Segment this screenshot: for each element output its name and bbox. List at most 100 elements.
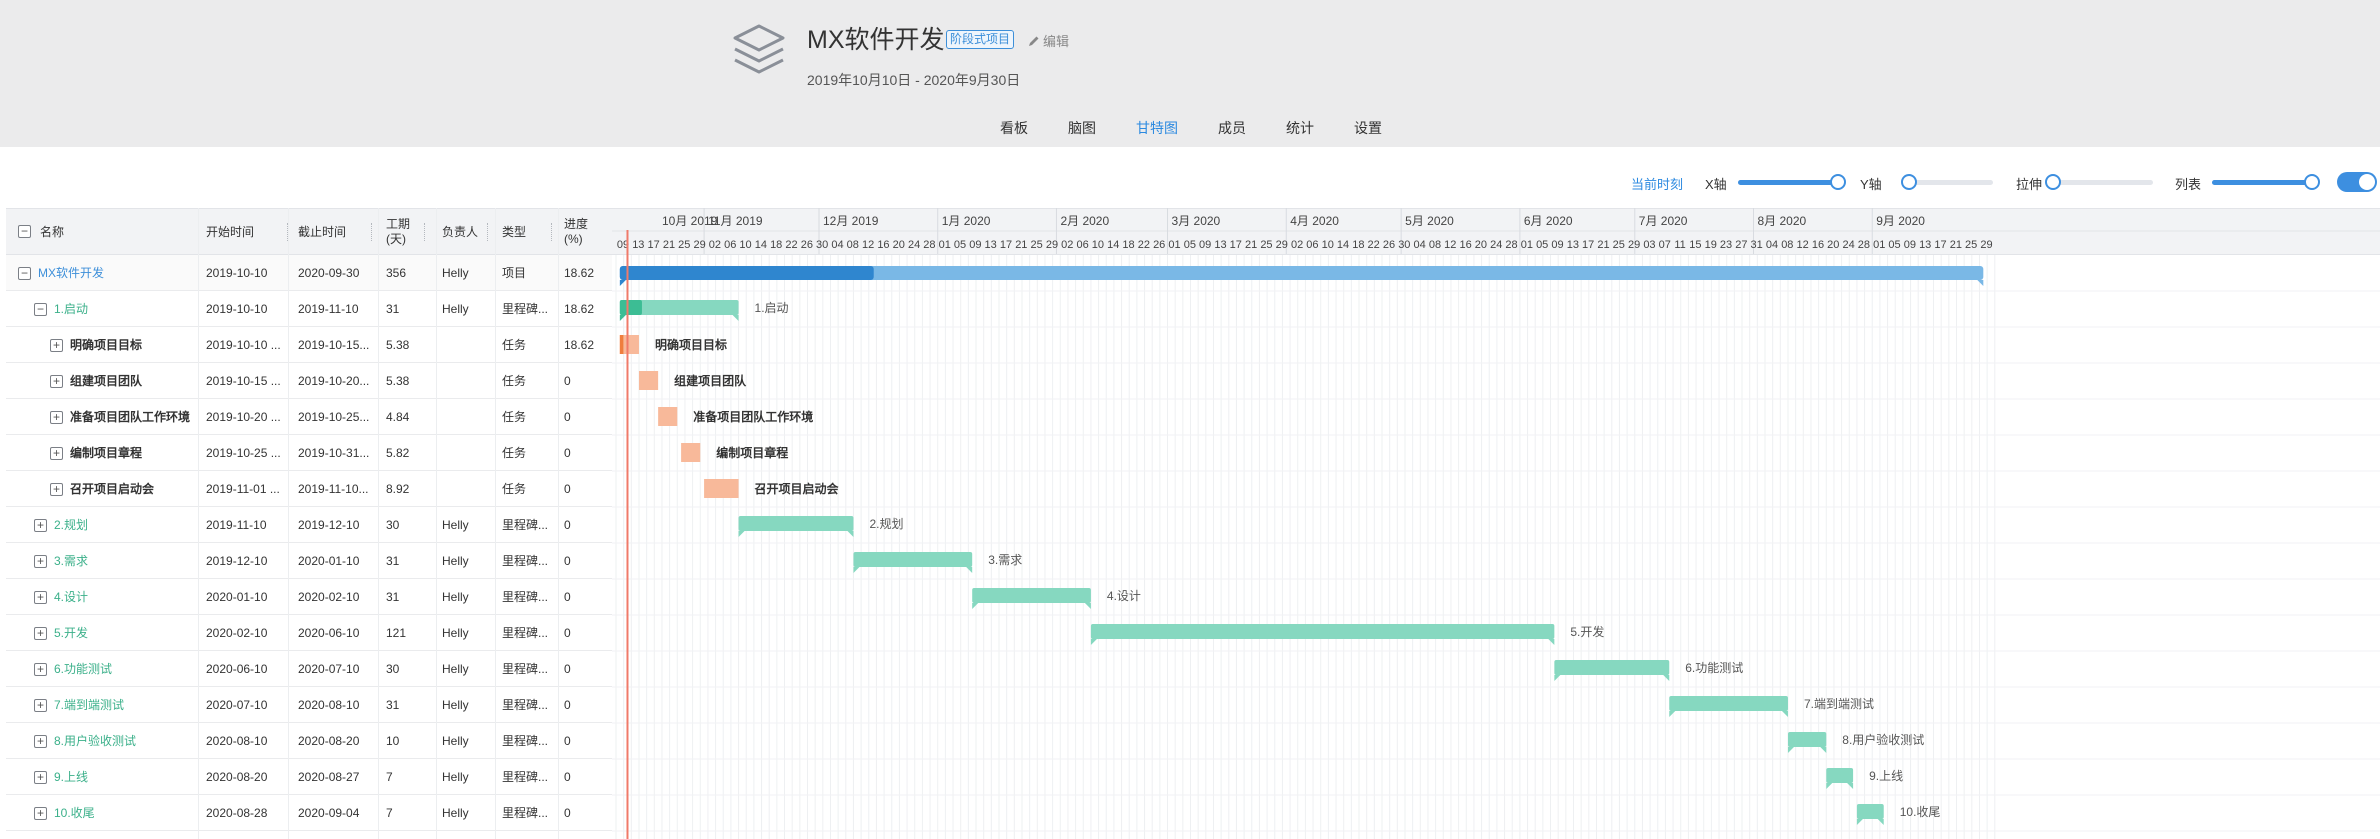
task-name[interactable]: 9.上线 bbox=[54, 759, 196, 795]
milestone-bar[interactable] bbox=[1856, 804, 1884, 819]
tab-gantt[interactable]: 甘特图 bbox=[1136, 118, 1178, 138]
duration: 121 bbox=[386, 626, 407, 640]
tab-kanban[interactable]: 看板 bbox=[1000, 118, 1028, 138]
table-row[interactable]: +9.上线 2020-08-20 2020-08-27 7 Helly 里程碑... 0 bbox=[6, 759, 612, 795]
collapse-toggle[interactable]: − bbox=[34, 303, 47, 316]
day-label: 29 bbox=[693, 239, 705, 251]
day-label: 22 bbox=[1368, 239, 1380, 251]
table-row[interactable]: − MX软件开发 2019-10-10 2020-09-30 356 Helly 项目 18.… bbox=[6, 255, 612, 291]
milestone-bar[interactable] bbox=[738, 516, 854, 531]
gantt-canvas[interactable]: 10月 201911月 2019 12月 2019 1月 2020 2月 2020 3月… bbox=[612, 208, 2380, 839]
milestone-bar[interactable] bbox=[1554, 660, 1670, 675]
table-row[interactable]: + 编制项目章程 2019-10-25 ... 2019-10-31... 5.82 任务… bbox=[6, 435, 612, 471]
expand-toggle[interactable]: + bbox=[34, 519, 47, 532]
expand-toggle[interactable]: + bbox=[34, 771, 47, 784]
x-axis-slider-handle[interactable] bbox=[1830, 174, 1846, 190]
milestone-end-marker bbox=[1847, 783, 1854, 789]
expand-toggle[interactable]: + bbox=[50, 375, 63, 388]
collapse-toggle[interactable]: − bbox=[18, 267, 31, 280]
column-resize-handle[interactable] bbox=[371, 223, 373, 241]
task-name[interactable]: 4.设计 bbox=[54, 579, 196, 615]
milestone-bar[interactable] bbox=[1787, 732, 1827, 747]
progress: 18.62 bbox=[564, 266, 595, 280]
expand-toggle[interactable]: + bbox=[34, 807, 47, 820]
expand-toggle[interactable]: + bbox=[50, 339, 63, 352]
task-bar[interactable] bbox=[681, 443, 701, 462]
task-bar[interactable] bbox=[658, 407, 678, 426]
x-axis-slider[interactable] bbox=[1738, 174, 1846, 190]
day-label: 10 bbox=[1322, 239, 1334, 251]
milestone-bar[interactable] bbox=[1090, 624, 1555, 639]
expand-toggle[interactable]: + bbox=[34, 735, 47, 748]
table-row[interactable]: + 明确项目目标 2019-10-10 ... 2019-10-15... 5.38 任务… bbox=[6, 327, 612, 363]
list-slider[interactable] bbox=[2212, 174, 2320, 190]
task-bar[interactable] bbox=[638, 371, 659, 390]
task-name[interactable]: 6.功能测试 bbox=[54, 651, 196, 687]
task-bar[interactable] bbox=[704, 479, 739, 498]
column-header-type[interactable]: 类型 bbox=[502, 209, 526, 255]
milestone-bar[interactable] bbox=[972, 588, 1091, 603]
jump-to-now-button[interactable]: 当前时刻 bbox=[1631, 174, 1683, 193]
task-name[interactable]: 2.规划 bbox=[54, 507, 196, 543]
table-row[interactable]: +8.用户验收测试 2020-08-10 2020-08-20 10 Helly 里程碑.… bbox=[6, 723, 612, 759]
task-name[interactable]: 7.端到端测试 bbox=[54, 687, 196, 723]
task-name: 召开项目启动会 bbox=[70, 482, 155, 496]
y-axis-slider-handle[interactable] bbox=[1901, 174, 1917, 190]
column-resize-handle[interactable] bbox=[551, 223, 553, 241]
column-header-end[interactable]: 截止时间 bbox=[298, 209, 346, 255]
table-row[interactable]: +2.规划 2019-11-10 2019-12-10 30 Helly 里程碑... 0 bbox=[6, 507, 612, 543]
table-row[interactable]: +3.需求 2019-12-10 2020-01-10 31 Helly 里程碑... 0 bbox=[6, 543, 612, 579]
table-row[interactable]: +4.设计 2020-01-10 2020-02-10 31 Helly 里程碑... 0 bbox=[6, 579, 612, 615]
collapse-all-toggle[interactable]: − bbox=[18, 225, 31, 238]
day-label: 21 bbox=[1597, 239, 1609, 251]
tab-stats[interactable]: 统计 bbox=[1286, 118, 1314, 138]
expand-toggle[interactable]: + bbox=[34, 627, 47, 640]
expand-toggle[interactable]: + bbox=[34, 663, 47, 676]
progress: 0 bbox=[564, 734, 571, 748]
stretch-slider[interactable] bbox=[2045, 174, 2153, 190]
table-row[interactable]: + 组建项目团队 2019-10-15 ... 2019-10-20... 5.38 任务… bbox=[6, 363, 612, 399]
task-name[interactable]: 10.收尾 bbox=[54, 795, 196, 831]
task-name[interactable]: 3.需求 bbox=[54, 543, 196, 579]
expand-toggle[interactable]: + bbox=[50, 411, 63, 424]
tab-mindmap[interactable]: 脑图 bbox=[1068, 118, 1096, 138]
tab-settings[interactable]: 设置 bbox=[1354, 118, 1382, 138]
column-header-owner[interactable]: 负责人 bbox=[442, 209, 478, 255]
milestone-bar[interactable] bbox=[1669, 696, 1788, 711]
edit-project-button[interactable]: 编辑 bbox=[1028, 31, 1069, 50]
table-row[interactable]: +5.开发 2020-02-10 2020-06-10 121 Helly 里程碑... 0 bbox=[6, 615, 612, 651]
expand-toggle[interactable]: + bbox=[50, 483, 63, 496]
table-row[interactable]: −1.启动 2019-10-10 2019-11-10 31 Helly 里程碑... 18… bbox=[6, 291, 612, 327]
progress: 0 bbox=[564, 806, 571, 820]
day-label: 26 bbox=[801, 239, 813, 251]
milestone-bar[interactable] bbox=[853, 552, 973, 567]
table-row[interactable]: +6.功能测试 2020-06-10 2020-07-10 30 Helly 里程碑...… bbox=[6, 651, 612, 687]
start-date: 2020-01-10 bbox=[206, 590, 268, 604]
expand-toggle[interactable]: + bbox=[34, 555, 47, 568]
column-resize-handle[interactable] bbox=[424, 223, 426, 241]
stretch-slider-handle[interactable] bbox=[2045, 174, 2061, 190]
expand-toggle[interactable]: + bbox=[34, 699, 47, 712]
y-axis-slider[interactable] bbox=[1901, 174, 1993, 190]
table-row[interactable]: +7.端到端测试 2020-07-10 2020-08-10 31 Helly 里程碑..… bbox=[6, 687, 612, 723]
column-header-duration[interactable]: 工期(天) bbox=[386, 209, 416, 255]
table-row[interactable]: +10.收尾 2020-08-28 2020-09-04 7 Helly 里程碑... 0 bbox=[6, 795, 612, 831]
task-name[interactable]: MX软件开发 bbox=[38, 255, 196, 291]
expand-toggle[interactable]: + bbox=[50, 447, 63, 460]
milestone-bar[interactable] bbox=[1826, 768, 1854, 783]
column-header-start[interactable]: 开始时间 bbox=[206, 209, 254, 255]
column-resize-handle[interactable] bbox=[487, 223, 489, 241]
task-name[interactable]: 5.开发 bbox=[54, 615, 196, 651]
task-name[interactable]: 1.启动 bbox=[54, 291, 196, 327]
table-row[interactable]: + 召开项目启动会 2019-11-01 ... 2019-11-10... 8.92 任… bbox=[6, 471, 612, 507]
expand-toggle[interactable]: + bbox=[34, 591, 47, 604]
list-toggle-switch[interactable] bbox=[2337, 172, 2377, 192]
list-slider-handle[interactable] bbox=[2304, 174, 2320, 190]
table-row[interactable]: + 准备项目团队工作环境 2019-10-20 ... 2019-10-25... 4.… bbox=[6, 399, 612, 435]
column-header-progress[interactable]: 进度(%) bbox=[564, 209, 594, 255]
task-table: − 名称 开始时间 截止时间 工期(天) 负责人 类型 进度(%) − MX软件开… bbox=[6, 208, 612, 839]
day-label: 20 bbox=[1475, 239, 1487, 251]
column-header-name[interactable]: 名称 bbox=[40, 209, 64, 255]
tab-members[interactable]: 成员 bbox=[1218, 118, 1246, 138]
task-name[interactable]: 8.用户验收测试 bbox=[54, 723, 196, 759]
